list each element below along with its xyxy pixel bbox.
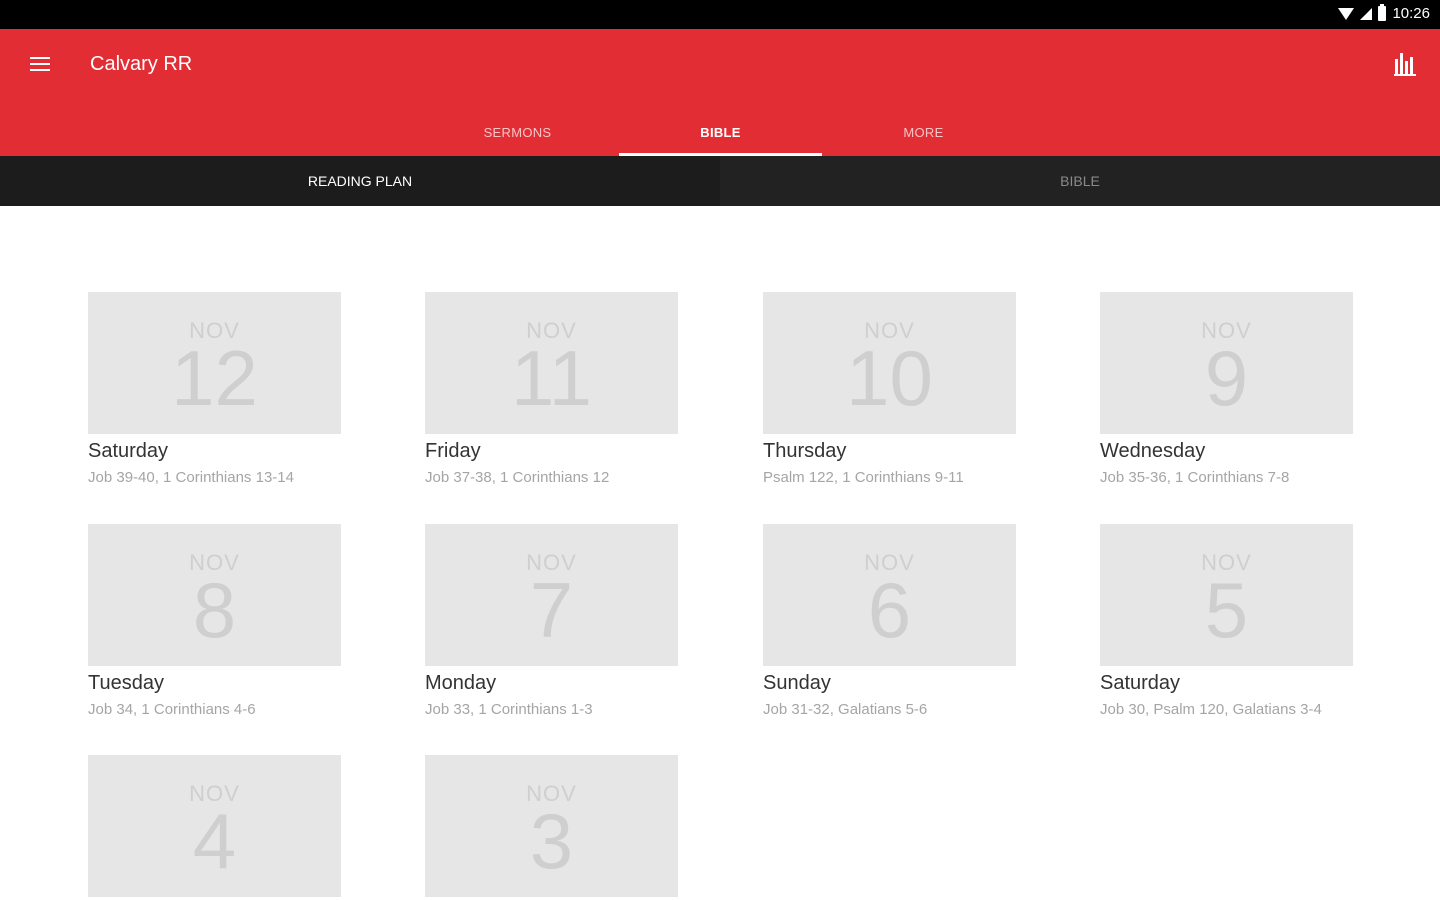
reading-passages: Job 34, 1 Corinthians 4-6 [88, 701, 256, 718]
reading-card[interactable]: NOV 10 Thursday Psalm 122, 1 Corinthians… [763, 292, 1016, 486]
reading-plan-grid: NOV 12 Saturday Job 39-40, 1 Corinthians… [0, 0, 1440, 900]
reading-weekday: Sunday [763, 672, 831, 694]
date-tile: NOV 4 [88, 755, 341, 897]
reading-weekday: Wednesday [1100, 440, 1206, 462]
reading-card[interactable]: NOV 11 Friday Job 37-38, 1 Corinthians 1… [425, 292, 678, 486]
date-tile: NOV 11 [425, 292, 678, 434]
reading-card[interactable]: NOV 7 Monday Job 33, 1 Corinthians 1-3 [425, 524, 678, 718]
date-tile: NOV 12 [88, 292, 341, 434]
reading-card[interactable]: NOV 12 Saturday Job 39-40, 1 Corinthians… [88, 292, 341, 486]
date-tile: NOV 5 [1100, 524, 1353, 666]
reading-passages: Psalm 122, 1 Corinthians 9-11 [763, 469, 964, 486]
reading-weekday: Thursday [763, 440, 847, 462]
reading-card[interactable]: NOV 8 Tuesday Job 34, 1 Corinthians 4-6 [88, 524, 341, 718]
reading-passages: Job 31-32, Galatians 5-6 [763, 701, 928, 718]
date-tile: NOV 8 [88, 524, 341, 666]
date-day: 12 [171, 334, 258, 422]
reading-weekday: Saturday [1100, 672, 1181, 694]
reading-passages: Job 33, 1 Corinthians 1-3 [425, 701, 593, 718]
reading-weekday: Friday [425, 440, 481, 462]
reading-passages: Job 35-36, 1 Corinthians 7-8 [1100, 469, 1290, 486]
date-tile: NOV 7 [425, 524, 678, 666]
reading-weekday: Monday [425, 672, 497, 694]
date-day: 10 [846, 334, 933, 422]
date-day: 8 [192, 566, 237, 654]
date-tile: NOV 6 [763, 524, 1016, 666]
date-tile: NOV 9 [1100, 292, 1353, 434]
date-tile: NOV 3 [425, 755, 678, 897]
reading-card[interactable]: NOV 6 Sunday Job 31-32, Galatians 5-6 [763, 524, 1016, 718]
reading-card[interactable]: NOV 4 [88, 755, 341, 897]
date-day: 7 [529, 566, 574, 654]
date-day: 11 [511, 334, 592, 422]
reading-weekday: Tuesday [88, 672, 164, 694]
date-day: 4 [192, 797, 237, 885]
reading-passages: Job 37-38, 1 Corinthians 12 [425, 469, 610, 486]
reading-card[interactable]: NOV 5 Saturday Job 30, Psalm 120, Galati… [1100, 524, 1353, 718]
date-tile: NOV 10 [763, 292, 1016, 434]
date-day: 5 [1204, 566, 1249, 654]
date-day: 3 [529, 797, 574, 885]
reading-weekday: Saturday [88, 440, 169, 462]
reading-passages: Job 39-40, 1 Corinthians 13-14 [88, 469, 294, 486]
reading-card[interactable]: NOV 9 Wednesday Job 35-36, 1 Corinthians… [1100, 292, 1353, 486]
reading-passages: Job 30, Psalm 120, Galatians 3-4 [1100, 701, 1322, 718]
reading-card[interactable]: NOV 3 [425, 755, 678, 897]
date-day: 9 [1204, 334, 1249, 422]
date-day: 6 [867, 566, 912, 654]
